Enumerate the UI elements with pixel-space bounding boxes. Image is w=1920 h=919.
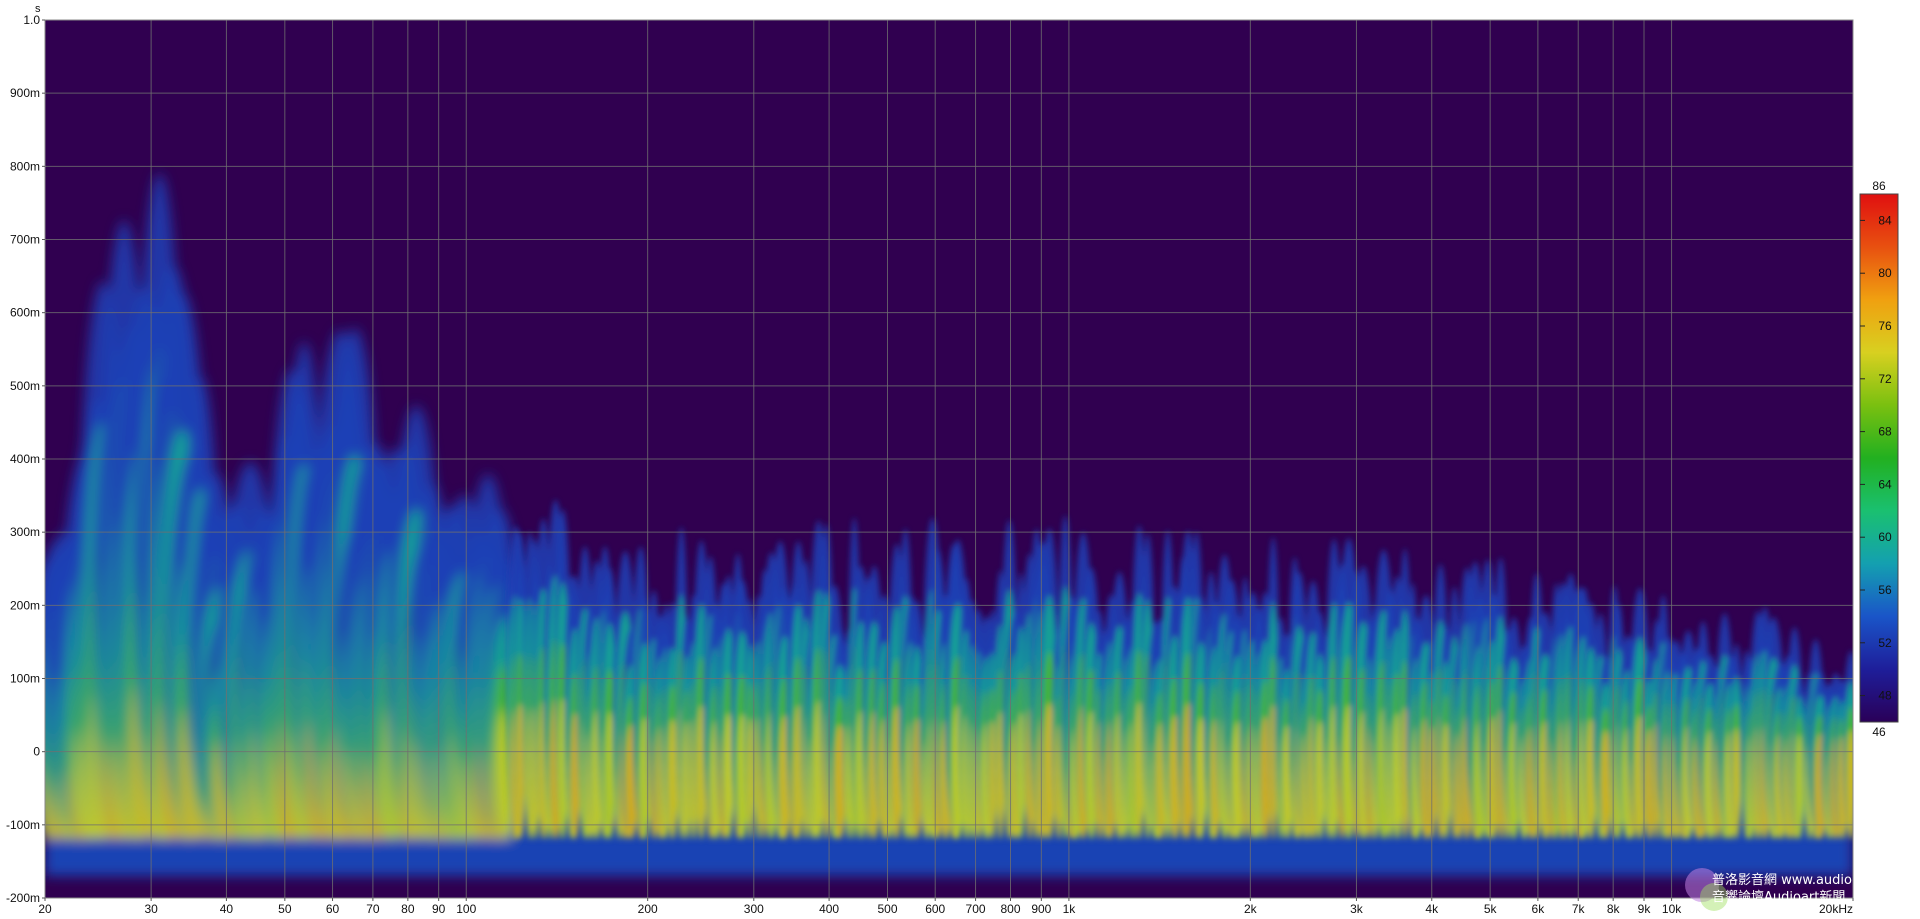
x-tick-label: 800 bbox=[1000, 902, 1020, 916]
x-tick-label: 300 bbox=[744, 902, 764, 916]
colorbar-min-label: 46 bbox=[1872, 725, 1886, 739]
y-tick-label: 900m bbox=[10, 86, 40, 100]
y-tick-label: -100m bbox=[6, 818, 40, 832]
x-tick-label: 90 bbox=[432, 902, 446, 916]
colorbar-max-label: 86 bbox=[1872, 179, 1886, 193]
colorbar: 86 46 84 80 76 72 68 64 60 56 52 48 bbox=[1859, 179, 1899, 739]
x-tick-label: 50 bbox=[278, 902, 292, 916]
colorbar-tick-label: 48 bbox=[1878, 689, 1892, 703]
x-tick-label: 4k bbox=[1425, 902, 1439, 916]
y-tick-label: 300m bbox=[10, 525, 40, 539]
x-tick-label: 700 bbox=[966, 902, 986, 916]
x-tick-label: 600 bbox=[925, 902, 945, 916]
y-tick-label: 700m bbox=[10, 233, 40, 247]
x-tick-label: 2k bbox=[1244, 902, 1258, 916]
x-tick-label: 3k bbox=[1350, 902, 1364, 916]
x-tick-label: 100 bbox=[456, 902, 476, 916]
y-tick-label: 1.0 bbox=[23, 13, 40, 27]
x-tick-label: 200 bbox=[638, 902, 658, 916]
y-tick-label: 200m bbox=[10, 598, 40, 612]
x-tick-label: 900 bbox=[1031, 902, 1051, 916]
x-tick-label: 5k bbox=[1484, 902, 1498, 916]
y-tick-label: 0 bbox=[33, 745, 40, 759]
colorbar-tick-label: 80 bbox=[1878, 266, 1892, 280]
y-tick-label: 100m bbox=[10, 672, 40, 686]
y-tick-label: 800m bbox=[10, 159, 40, 173]
y-axis-ticks: 1.0 900m 800m 700m 600m 500m 400m 300m 200m 100m 0… bbox=[6, 13, 45, 905]
x-tick-label: 10k bbox=[1662, 902, 1682, 916]
y-tick-label: 600m bbox=[10, 306, 40, 320]
colorbar-tick-label: 52 bbox=[1878, 636, 1892, 650]
x-tick-label: 400 bbox=[819, 902, 839, 916]
colorbar-tick-label: 72 bbox=[1878, 372, 1892, 386]
watermark-line-1: 普洛影音網 www.audio bbox=[1712, 872, 1852, 888]
x-tick-label: 500 bbox=[877, 902, 897, 916]
colorbar-tick-label: 60 bbox=[1878, 530, 1892, 544]
spectrogram-chart: s 1.0900m800m700m600m500m400m300m200m100… bbox=[6, 3, 1899, 916]
colorbar-tick-label: 68 bbox=[1878, 425, 1892, 439]
x-axis-ticks: 20 30 40 50 60 70 80 90 100 200 300 400 500 600 700 800… bbox=[38, 898, 1854, 916]
y-tick-label: 500m bbox=[10, 379, 40, 393]
x-tick-label: 1k bbox=[1063, 902, 1077, 916]
y-tick-label: 400m bbox=[10, 452, 40, 466]
x-tick-label: 6k bbox=[1532, 902, 1546, 916]
x-tick-label: 20 bbox=[38, 902, 52, 916]
x-tick-label: 8k bbox=[1607, 902, 1621, 916]
x-tick-label: 9k bbox=[1638, 902, 1652, 916]
x-tick-label: 60 bbox=[326, 902, 340, 916]
x-tick-label: 30 bbox=[144, 902, 158, 916]
x-tick-label: 70 bbox=[366, 902, 380, 916]
x-tick-label: 7k bbox=[1572, 902, 1586, 916]
colorbar-tick-label: 64 bbox=[1878, 477, 1892, 491]
y-tick-label: -200m bbox=[6, 891, 40, 905]
x-tick-label: 80 bbox=[401, 902, 415, 916]
colorbar-tick-label: 76 bbox=[1878, 319, 1892, 333]
colorbar-tick-label: 56 bbox=[1878, 583, 1892, 597]
watermark-line-2: 音響論壇Audioart新聞 bbox=[1712, 889, 1845, 905]
colorbar-tick-label: 84 bbox=[1878, 213, 1892, 227]
x-tick-label: 40 bbox=[220, 902, 234, 916]
watermark: 普洛影音網 www.audio 音響論壇Audioart新聞 bbox=[1685, 868, 1852, 911]
